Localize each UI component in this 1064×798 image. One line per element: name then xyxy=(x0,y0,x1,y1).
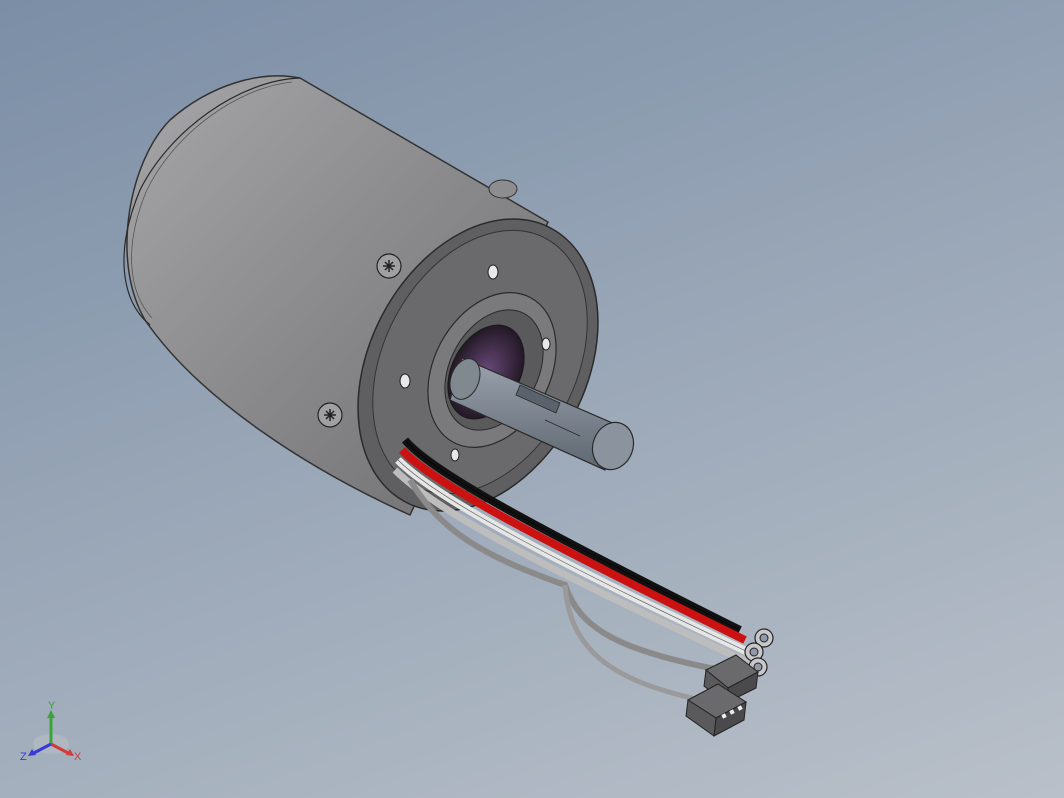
graphics-viewport[interactable]: Y X Z xyxy=(0,0,1064,798)
orientation-triad[interactable]: Y X Z xyxy=(18,700,88,770)
screw xyxy=(317,402,343,428)
mounting-hole xyxy=(450,448,460,462)
side-boss xyxy=(488,179,518,199)
mounting-hole xyxy=(541,337,551,351)
motor-model[interactable] xyxy=(0,0,1064,798)
z-axis-label: Z xyxy=(20,751,27,763)
x-axis-label: X xyxy=(74,751,82,763)
y-axis-label: Y xyxy=(48,700,56,712)
wire-harness[interactable] xyxy=(392,437,754,703)
mounting-hole xyxy=(399,373,411,389)
mounting-hole xyxy=(487,264,499,280)
screw xyxy=(376,253,402,279)
